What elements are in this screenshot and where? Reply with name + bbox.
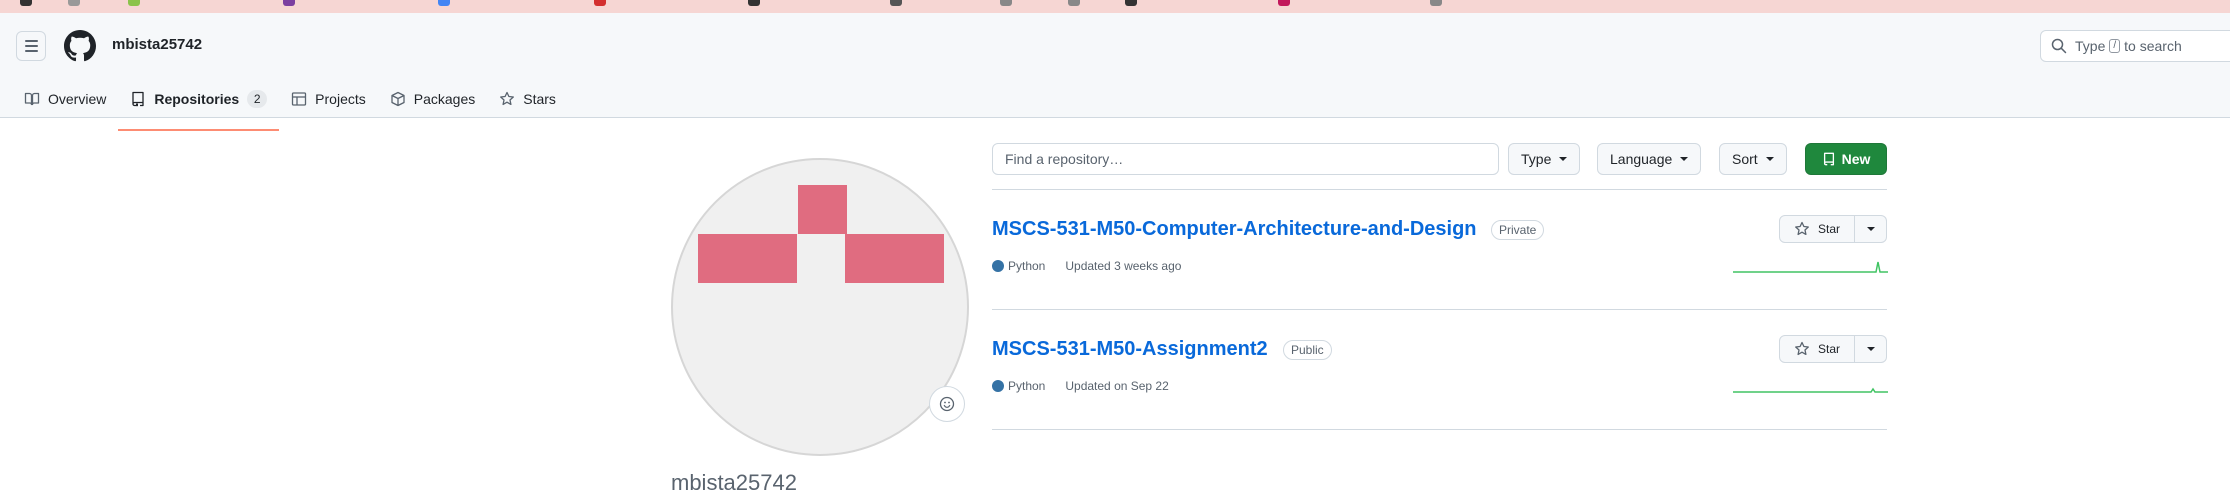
profile-tabs: Overview Repositories 2 Projects Package… [12,79,568,131]
visibility-badge: Private [1491,220,1545,240]
star-icon [500,91,515,106]
language-filter-button[interactable]: Language [1597,143,1702,175]
bookmark-favicon[interactable] [1125,0,1137,6]
visibility-badge: Public [1283,340,1332,360]
set-status-button[interactable] [929,386,965,422]
type-filter-button[interactable]: Type [1508,143,1581,175]
star-button-group: Star [1779,215,1887,243]
list-divider [992,189,1887,190]
language-filter-label: Language [1610,151,1673,167]
chevron-down-icon [1866,227,1875,231]
new-repository-button[interactable]: New [1805,143,1887,175]
tab-label: Overview [48,91,107,107]
tab-repositories[interactable]: Repositories 2 [118,79,279,131]
repo-name-link[interactable]: MSCS-531-M50-Assignment2 [992,338,1268,361]
list-divider [992,309,1887,310]
new-button-label: New [1841,151,1871,167]
star-list-dropdown[interactable] [1855,335,1887,363]
github-logo-icon[interactable] [64,30,96,62]
browser-bookmark-bar [0,0,2230,13]
tab-packages[interactable]: Packages [378,79,487,119]
sort-filter-label: Sort [1732,151,1758,167]
bookmark-favicon[interactable] [1000,0,1012,6]
bookmark-favicon[interactable] [20,0,32,6]
bookmark-favicon[interactable] [68,0,80,6]
repo-language: Python [1008,259,1046,273]
bookmark-favicon[interactable] [890,0,902,6]
chevron-down-icon [1680,157,1689,161]
repo-name-link[interactable]: MSCS-531-M50-Computer-Architecture-and-D… [992,218,1477,241]
type-filter-label: Type [1521,151,1552,167]
repo-updated-time: Updated 3 weeks ago [1065,259,1182,273]
activity-sparkline [1733,387,1888,393]
chevron-down-icon [1866,347,1875,351]
bookmark-favicon[interactable] [283,0,295,6]
book-icon [24,92,40,106]
repo-language: Python [1008,379,1046,393]
repo-icon [132,91,145,107]
avatar-pixel [698,234,797,283]
star-button-label: Star [1817,222,1840,236]
package-icon [391,91,405,107]
language-color-dot [992,260,1004,272]
star-list-dropdown[interactable] [1855,215,1887,243]
repo-updated-time: Updated on Sep 22 [1065,379,1169,393]
table-icon [292,92,307,106]
tab-label: Packages [413,91,476,107]
search-icon [2051,38,2067,54]
star-icon [1795,341,1809,356]
find-repository-input[interactable] [992,143,1499,175]
search-shortcut-key: / [2109,39,2121,53]
bookmark-favicon[interactable] [748,0,760,6]
language-color-dot [992,380,1004,392]
chevron-down-icon [1765,157,1774,161]
repo-meta: Python Updated on Sep 22 [992,379,1169,393]
hamburger-icon [24,39,38,54]
header-username[interactable]: mbista25742 [112,36,202,53]
search-prefix-text: Type [2075,38,2106,54]
profile-username: mbista25742 [671,470,797,495]
repo-icon [1823,152,1834,166]
tab-label: Stars [523,91,556,107]
chevron-down-icon [1559,157,1568,161]
star-icon [1795,221,1809,236]
tab-stars[interactable]: Stars [487,79,568,119]
repo-count-badge: 2 [247,90,268,108]
avatar-pixel [798,185,847,234]
bookmark-favicon[interactable] [128,0,140,6]
hamburger-menu-button[interactable] [16,31,46,61]
star-button-label: Star [1817,342,1840,356]
bookmark-favicon[interactable] [1430,0,1442,6]
avatar-pixel [845,234,944,283]
bookmark-favicon[interactable] [438,0,450,6]
star-button[interactable]: Star [1779,215,1855,243]
search-suffix-text: to search [2124,38,2182,54]
tab-overview[interactable]: Overview [12,79,118,119]
bookmark-favicon[interactable] [1068,0,1080,6]
profile-avatar[interactable] [671,158,969,456]
bookmark-favicon[interactable] [1278,0,1290,6]
smiley-icon [939,396,955,412]
repo-meta: Python Updated 3 weeks ago [992,259,1181,273]
activity-sparkline [1733,261,1888,273]
star-button[interactable]: Star [1779,335,1855,363]
github-header: mbista25742 Type / to search Overview Re… [0,13,2230,131]
tab-projects[interactable]: Projects [279,79,378,119]
list-divider [992,429,1887,430]
sort-filter-button[interactable]: Sort [1719,143,1787,175]
global-search-input[interactable]: Type / to search [2040,30,2230,62]
bookmark-favicon[interactable] [594,0,606,6]
tab-label: Repositories [154,91,240,107]
tab-label: Projects [315,91,366,107]
star-button-group: Star [1779,335,1887,363]
